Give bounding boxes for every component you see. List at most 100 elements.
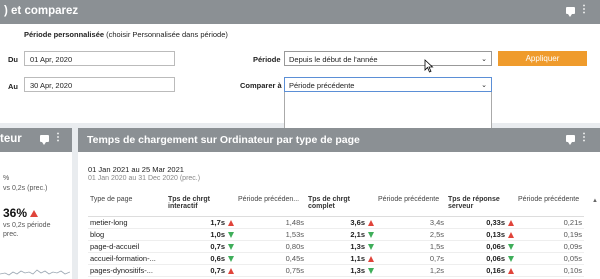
cell-prev-serveur-value: 0,09s	[563, 241, 582, 251]
cell-serveur: 0,13s	[446, 228, 516, 241]
table-row[interactable]: metier-long 1,7s 1,48s 3,6s 3,4s 0,33s 0,21s	[88, 216, 584, 229]
col-periode-precedente-2[interactable]: Période précédente	[376, 196, 446, 217]
cell-prev-complet-value: 2,5s	[429, 229, 444, 239]
periode-select-value: Depuis le début de l'année	[289, 55, 378, 64]
cell-prev-serveur-value: 0,19s	[563, 229, 582, 239]
col-periode-precedente-3[interactable]: Période précédente	[516, 196, 584, 217]
cell-prev-serveur: 0,05s	[516, 252, 584, 265]
cell-serveur-value: 0,16s	[486, 265, 505, 275]
date-range: 01 Jan 2021 au 25 Mar 2021	[88, 165, 184, 174]
summary-big-number: 36%	[3, 206, 28, 220]
cell-prev-complet-value: 3,4s	[429, 217, 444, 227]
summary-panel-title: teur	[0, 133, 22, 145]
cell-serveur: 0,33s	[446, 216, 516, 229]
cell-interactif: 1,0s	[166, 228, 236, 241]
filter-header-icons: ⋮	[566, 5, 589, 17]
cell-complet-value: 1,3s	[350, 265, 365, 275]
periode-select[interactable]: Depuis le début de l'année ⌄	[284, 51, 492, 66]
table-row[interactable]: accueil-formation-... 0,6s 0,45s 1,1s 0,7s 0,…	[88, 252, 584, 265]
load-time-panel: Temps de chargement sur Ordinateur par t…	[78, 128, 600, 279]
comment-icon[interactable]	[566, 134, 575, 145]
scroll-up-icon[interactable]: ▲	[592, 198, 598, 204]
filter-panel-header: ) et comparez ⋮	[0, 0, 600, 24]
summary-panel: teur ⋮	[0, 128, 72, 279]
table-header-row: Type de page Tps de chrgt interactif Pér…	[88, 196, 584, 217]
cell-prev-interactif-value: 0,45s	[285, 253, 304, 263]
cell-prev-complet-value: 1,2s	[429, 265, 444, 275]
col-tps-serveur[interactable]: Tps de réponse serveur	[446, 196, 516, 217]
trend-down-icon	[368, 267, 374, 274]
cell-prev-interactif: 1,48s	[236, 216, 306, 229]
col-tps-complet[interactable]: Tps de chrgt complet	[306, 196, 376, 217]
custom-period-title: Période personnalisée	[24, 30, 105, 39]
cell-interactif: 0,7s	[166, 240, 236, 253]
table-scrollbar[interactable]: ▲	[592, 198, 598, 276]
cell-interactif-value: 0,7s	[210, 265, 225, 275]
col-tps-interactif[interactable]: Tps de chrgt interactif	[166, 196, 236, 217]
cell-prev-serveur: 0,09s	[516, 240, 584, 253]
col-type-de-page[interactable]: Type de page	[88, 196, 166, 217]
cell-prev-interactif: 1,53s	[236, 228, 306, 241]
trend-down-icon	[228, 231, 234, 238]
cell-serveur: 0,06s	[446, 252, 516, 265]
cell-prev-complet: 2,5s	[376, 228, 446, 241]
trend-up-icon	[508, 231, 514, 238]
periode-label: Période	[253, 55, 281, 64]
summary-line-3: vs 0,2s période	[3, 222, 51, 229]
cell-prev-serveur: 0,10s	[516, 264, 584, 277]
cell-interactif-value: 0,6s	[210, 253, 225, 263]
cell-prev-serveur: 0,19s	[516, 228, 584, 241]
cell-complet: 1,3s	[306, 240, 376, 253]
table-row[interactable]: blog 1,0s 1,53s 2,1s 2,5s 0,13s 0,19s	[88, 228, 584, 241]
trend-up-icon	[368, 255, 374, 262]
cell-page-type: accueil-formation-...	[88, 252, 166, 265]
cell-prev-interactif-value: 0,80s	[285, 241, 304, 251]
cell-interactif-value: 1,7s	[210, 217, 225, 227]
au-date-input[interactable]: 30 Apr, 2020	[24, 77, 175, 92]
cell-page-type-value: blog	[90, 229, 105, 239]
cell-prev-complet-value: 0,7s	[429, 253, 444, 263]
apply-button[interactable]: Appliquer	[498, 51, 587, 66]
comparer-select[interactable]: Période précédente ⌄	[284, 77, 492, 92]
cell-interactif: 0,6s	[166, 252, 236, 265]
cell-prev-interactif-value: 0,75s	[285, 265, 304, 275]
more-menu-icon[interactable]: ⋮	[579, 5, 589, 15]
du-date-input[interactable]: 01 Apr, 2020	[24, 51, 175, 66]
comparer-select-value: Période précédente	[289, 81, 355, 90]
du-label: Du	[8, 55, 18, 64]
table-row[interactable]: page-d-accueil 0,7s 0,80s 1,3s 1,5s 0,06s 0,09…	[88, 240, 584, 253]
chevron-down-icon: ⌄	[481, 56, 487, 63]
comment-icon[interactable]	[40, 134, 49, 145]
cell-interactif: 1,7s	[166, 216, 236, 229]
trend-up-icon	[508, 267, 514, 274]
table-row[interactable]: pages-dynositifs-... 0,7s 0,75s 1,3s 1,2s 0,1…	[88, 264, 584, 277]
cell-prev-interactif: 0,80s	[236, 240, 306, 253]
comment-icon[interactable]	[566, 6, 575, 17]
summary-panel-header: teur ⋮	[0, 128, 72, 152]
cell-serveur-value: 0,06s	[486, 253, 505, 263]
trend-up-icon	[368, 219, 374, 226]
summary-header-icons: ⋮	[40, 133, 63, 145]
trend-down-icon	[228, 255, 234, 262]
load-time-table: Type de page Tps de chrgt interactif Pér…	[88, 196, 584, 277]
cell-prev-interactif: 0,75s	[236, 264, 306, 277]
load-time-panel-header: Temps de chargement sur Ordinateur par t…	[78, 128, 600, 152]
chevron-down-icon: ⌄	[481, 82, 487, 89]
cell-page-type-value: accueil-formation-...	[90, 253, 156, 263]
cell-prev-serveur-value: 0,21s	[563, 217, 582, 227]
summary-line-4: prec.	[3, 231, 19, 238]
cell-prev-serveur-value: 0,10s	[563, 265, 582, 275]
cell-serveur: 0,06s	[446, 240, 516, 253]
cell-complet-value: 1,1s	[350, 253, 365, 263]
cell-serveur-value: 0,06s	[486, 241, 505, 251]
cell-page-type-value: metier-long	[90, 217, 128, 227]
cell-interactif: 0,7s	[166, 264, 236, 277]
trend-down-icon	[228, 243, 234, 250]
cell-page-type: page-d-accueil	[88, 240, 166, 253]
cell-prev-interactif: 0,45s	[236, 252, 306, 265]
more-menu-icon[interactable]: ⋮	[579, 133, 589, 143]
trend-down-icon	[368, 231, 374, 238]
col-periode-precedente-1[interactable]: Période précéden...	[236, 196, 306, 217]
cell-complet-value: 3,6s	[350, 217, 365, 227]
more-menu-icon[interactable]: ⋮	[53, 133, 63, 143]
